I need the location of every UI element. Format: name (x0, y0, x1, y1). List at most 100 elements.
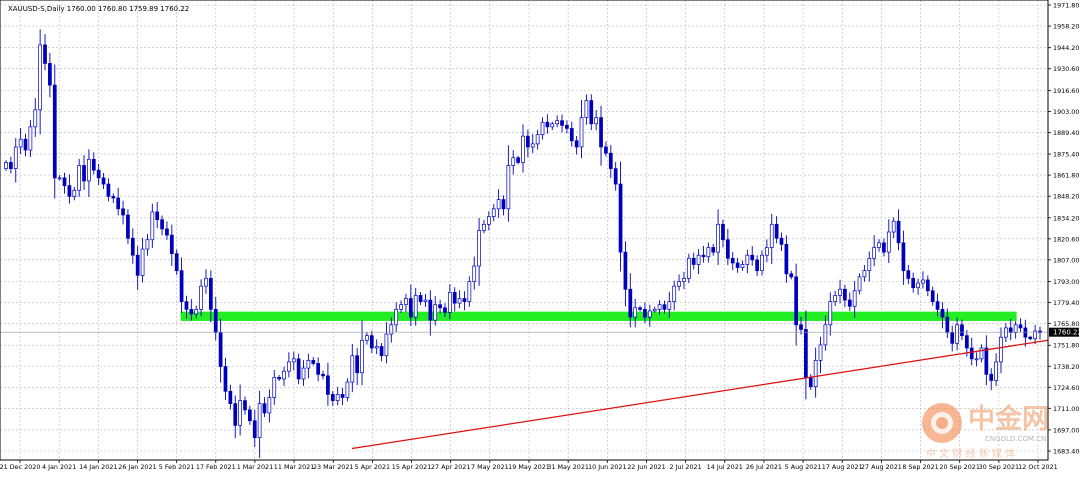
candle-body (496, 199, 501, 210)
candle-body (662, 304, 667, 310)
candle-body (613, 168, 618, 185)
y-tick-label: 1944.20 (1053, 44, 1079, 52)
candle-body (438, 304, 442, 309)
candle-body (33, 109, 38, 128)
candle-body (91, 158, 96, 171)
candle-body (540, 121, 545, 135)
candle-body (486, 216, 491, 225)
y-tick-label: 1971.80 (1053, 2, 1079, 10)
candle-body (462, 298, 467, 302)
candle-body (345, 381, 350, 398)
candle-body (672, 285, 677, 302)
y-tick-label: 1738.20 (1053, 363, 1079, 371)
candle-body (213, 308, 218, 333)
candle-body (638, 307, 642, 310)
candle-body (560, 120, 564, 126)
candle-body (413, 295, 418, 318)
candle-body (87, 158, 91, 182)
candle-body (828, 301, 833, 326)
candle-body (287, 361, 291, 372)
candle-body (584, 100, 589, 118)
candle-body (545, 121, 550, 128)
candle-body (608, 152, 613, 169)
y-tick-label: 1834.20 (1053, 214, 1079, 222)
candle-body (989, 373, 994, 381)
candle-body (111, 196, 116, 199)
candle-body (43, 44, 47, 64)
candle-body (818, 344, 823, 361)
candle-body (838, 288, 842, 296)
x-tick-label: 1 Mar 2021 (237, 463, 273, 471)
candle-body (843, 288, 847, 301)
candle-body (940, 308, 945, 318)
candle-body (1018, 324, 1023, 329)
candle-body (901, 242, 906, 272)
candle-body (96, 169, 101, 179)
candle-body (360, 339, 364, 374)
candle-body (696, 254, 701, 265)
candle-body (921, 279, 925, 284)
candle-body (955, 324, 959, 344)
x-tick-label: 2 Jul 2021 (670, 463, 702, 471)
candle-body (1013, 324, 1018, 333)
candle-body (721, 223, 725, 241)
candle-body (526, 135, 530, 148)
candle-body (4, 162, 8, 169)
candle-body (457, 298, 462, 304)
candle-body (447, 291, 452, 313)
brand-logo-dot (936, 417, 948, 429)
candle-body (589, 100, 594, 125)
candle-body (62, 177, 67, 186)
candle-body (150, 211, 155, 241)
candle-body (891, 220, 896, 233)
candle-body (506, 165, 511, 210)
candle-body (408, 298, 413, 318)
y-tick-label: 1861.80 (1053, 172, 1079, 180)
candle-body (735, 262, 740, 268)
candle-body (647, 310, 652, 318)
x-tick-label: 5 Apr 2021 (355, 463, 390, 471)
candle-body (311, 360, 316, 364)
candle-body (38, 44, 43, 111)
candle-body (218, 332, 223, 367)
candle-body (389, 324, 394, 335)
candle-body (321, 373, 325, 377)
x-tick-label: 21 Dec 2020 (0, 463, 40, 471)
candle-body (106, 183, 111, 197)
candle-body (116, 197, 121, 210)
candle-body (501, 199, 506, 210)
candle-body (57, 177, 62, 180)
candle-body (340, 394, 345, 398)
candle-body (882, 242, 886, 253)
candle-body (126, 214, 130, 239)
y-tick-label: 1807.00 (1053, 256, 1079, 264)
x-tick-label: 5 Feb 2021 (159, 463, 195, 471)
candle-body (725, 239, 730, 259)
candle-body (282, 370, 286, 380)
candle-body (374, 346, 379, 349)
chart-svg[interactable]: 中金网 中 文 财 经 新 媒 体 CNGOLD.COM.CN 1971.80 1… (0, 0, 1080, 473)
candle-body (579, 117, 584, 148)
watermark-brand: 中金网 (968, 403, 1049, 435)
candle-body (184, 301, 189, 310)
candle-body (13, 146, 18, 169)
candle-body (379, 346, 384, 357)
candle-body (443, 307, 447, 313)
candle-body (896, 220, 901, 244)
price-chart[interactable]: 中金网 中 文 财 经 新 媒 体 CNGOLD.COM.CN 1971.80 1… (0, 0, 1080, 473)
candle-body (652, 308, 657, 312)
candle-body (628, 288, 633, 318)
x-tick-label: 27 Apr 2021 (431, 463, 471, 471)
candle-body (350, 355, 355, 383)
candle-body (862, 270, 867, 278)
candle-body (18, 138, 23, 148)
candle-body (706, 247, 711, 258)
candle-body (101, 177, 106, 185)
x-tick-label: 27 Aug 2021 (861, 463, 902, 471)
support-band (180, 311, 1017, 321)
candle-body (248, 409, 252, 422)
candle-body (252, 420, 257, 439)
x-tick-label: 11 Mar 2021 (274, 463, 315, 471)
candle-body (301, 367, 306, 380)
x-tick-label: 30 Sep 2021 (979, 463, 1020, 471)
